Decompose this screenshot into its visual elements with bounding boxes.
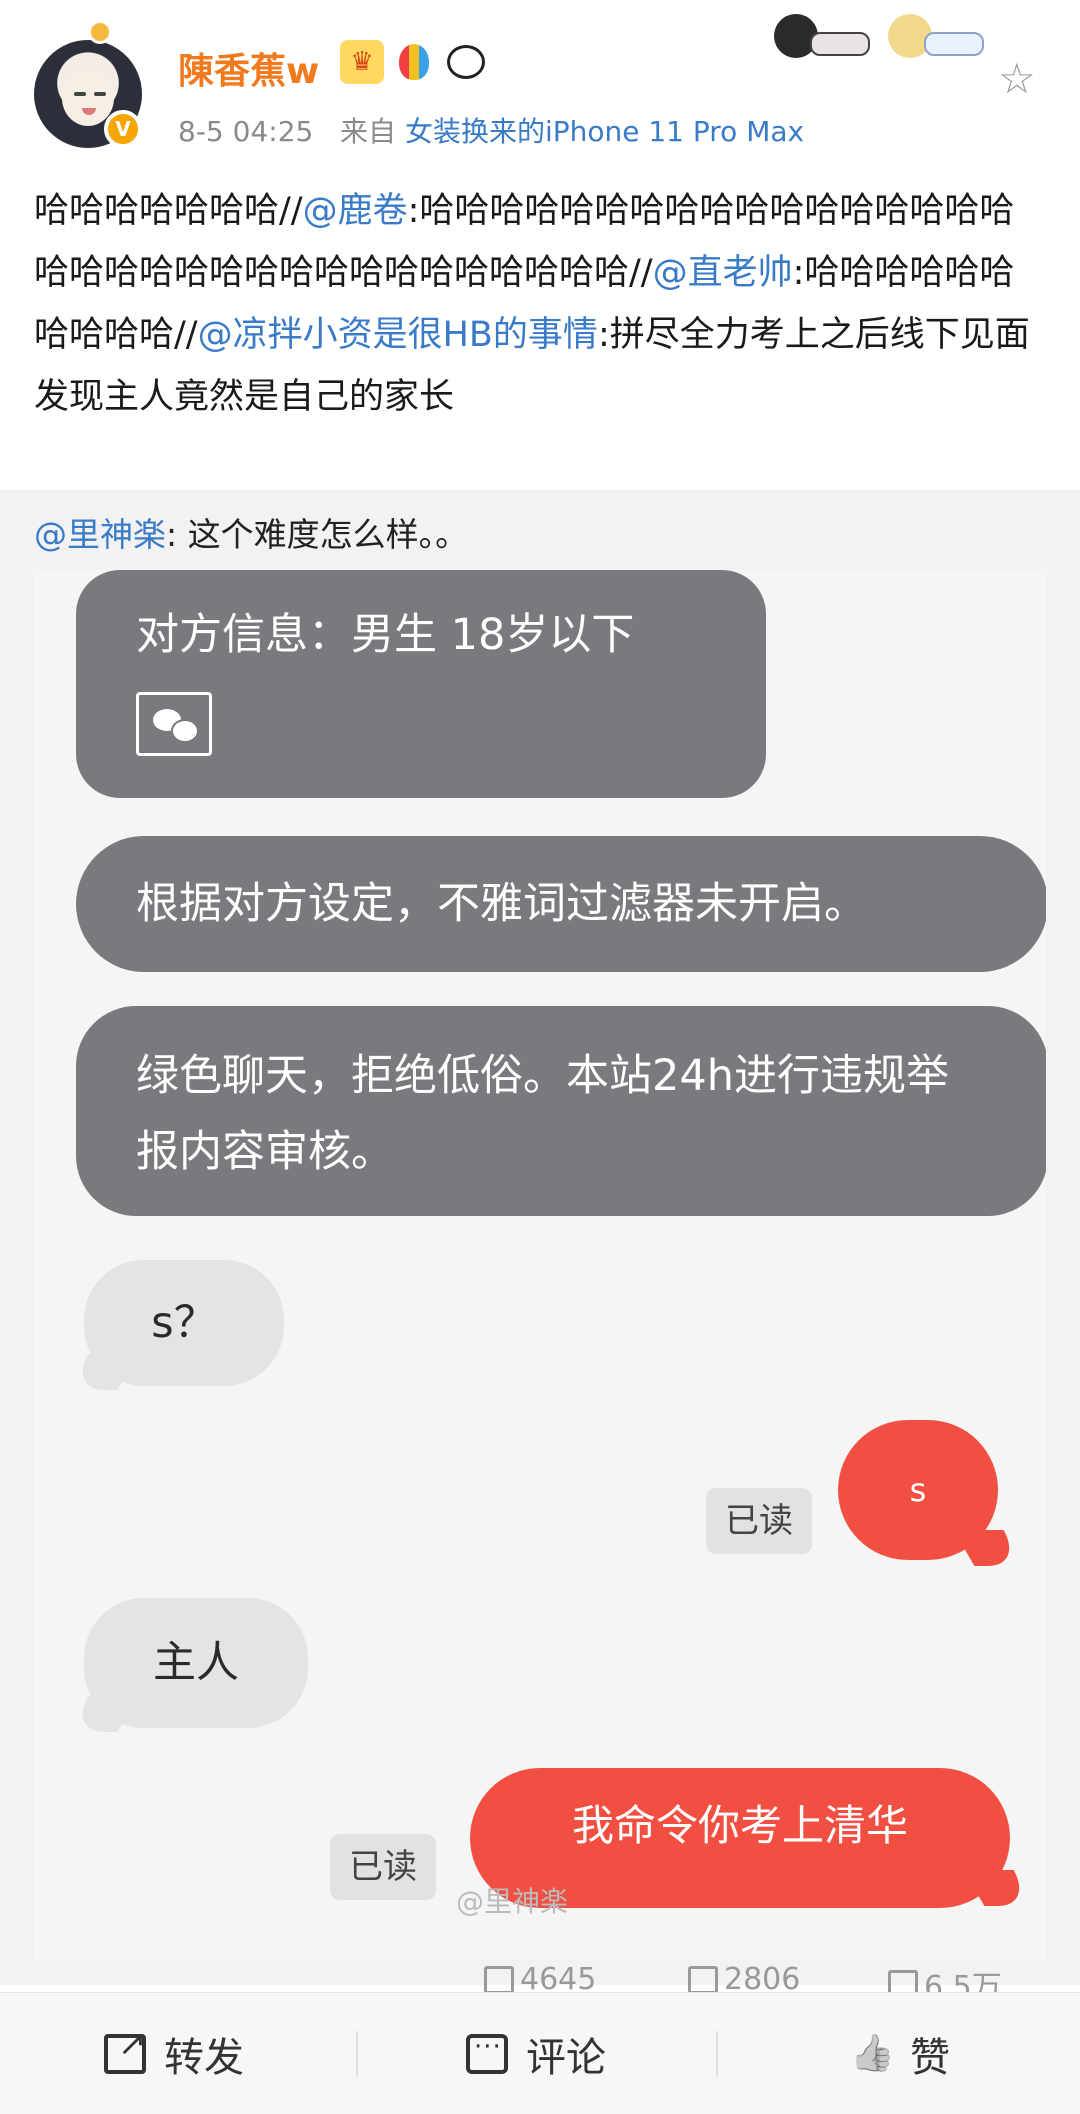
share-icon: [484, 1965, 514, 1994]
mention-link[interactable]: @鹿卷: [303, 191, 408, 231]
star-icon[interactable]: ☆: [998, 54, 1036, 103]
source-prefix: 来自: [340, 115, 397, 148]
user-badges: ♛: [340, 40, 488, 84]
chat-bubble-system: 绿色聊天，拒绝低俗。本站24h进行违规举报内容审核。: [76, 1006, 1046, 1216]
comment-icon: [466, 2032, 508, 2074]
like-button[interactable]: 赞: [850, 1993, 950, 2114]
post-source[interactable]: 女装换来的iPhone 11 Pro Max: [405, 115, 804, 148]
repost-button-label: 转发: [164, 2035, 244, 2081]
post-time: 8-5 04:25: [178, 115, 314, 148]
repost-text: @里神楽: 这个难度怎么样。。: [34, 508, 468, 556]
chat-bubble-received: s？: [84, 1260, 284, 1386]
chat-screenshot-image[interactable]: 对方信息：男生 18岁以下 根据对方设定，不雅词过滤器未开启。 绿色聊天，拒绝低…: [34, 570, 1046, 1960]
avatar-eye: [74, 92, 86, 96]
wechat-icon: [136, 692, 212, 756]
chat-message: 对方信息：男生 18岁以下: [136, 610, 635, 660]
weibo-post-page: { "user": { "name": "陳香蕉w", "time": "8-5…: [0, 0, 1080, 2114]
avatar-crown-icon: [88, 20, 112, 44]
chat-bubble-system: 根据对方设定，不雅词过滤器未开启。: [76, 836, 1046, 972]
post-meta: 8-5 04:25 来自 女装换来的iPhone 11 Pro Max: [178, 110, 804, 150]
comment-icon: [688, 1965, 718, 1994]
post-text: 哈哈哈哈哈哈哈//@鹿卷:哈哈哈哈哈哈哈哈哈哈哈哈哈哈哈哈哈哈哈哈哈哈哈哈哈哈哈…: [34, 180, 1034, 428]
divider: [716, 2031, 718, 2077]
avatar-eye: [94, 92, 106, 96]
read-receipt: 已读: [706, 1488, 812, 1554]
repost-body: : 这个难度怎么样。。: [166, 515, 469, 554]
chat-bubble-system: 对方信息：男生 18岁以下: [76, 570, 766, 798]
comment-button-label: 评论: [526, 2035, 606, 2081]
divider: [356, 2031, 358, 2077]
mention-link[interactable]: @凉拌小资是很HB的事情: [198, 315, 598, 355]
image-watermark: @里神楽: [456, 1885, 569, 1918]
repost-author-link[interactable]: @里神楽: [34, 515, 166, 554]
vip-crown-icon[interactable]: ♛: [340, 40, 384, 84]
verified-v-icon: V: [104, 110, 142, 148]
decor-sticker-girl-dark: [766, 6, 876, 66]
chat-bubble-sent: s: [838, 1420, 998, 1560]
decor-sticker-girl-blonde: [880, 6, 990, 66]
comment-button[interactable]: 评论: [466, 1993, 606, 2114]
thumbs-up-icon: [850, 2034, 892, 2074]
username[interactable]: 陳香蕉w: [178, 42, 319, 94]
panda-icon[interactable]: [444, 40, 488, 84]
bottom-action-bar: 转发 评论 赞: [0, 1992, 1080, 2114]
repost-button[interactable]: 转发: [104, 1993, 244, 2114]
share-icon: [104, 2024, 147, 2074]
balloon-icon[interactable]: [392, 40, 436, 84]
post-text-segment: 哈哈哈哈哈哈哈//: [34, 191, 303, 231]
chat-bubble-received: 主人: [84, 1598, 308, 1728]
read-receipt: 已读: [330, 1834, 436, 1900]
like-button-label: 赞: [910, 2035, 950, 2081]
mention-link[interactable]: @直老帅: [653, 253, 793, 293]
